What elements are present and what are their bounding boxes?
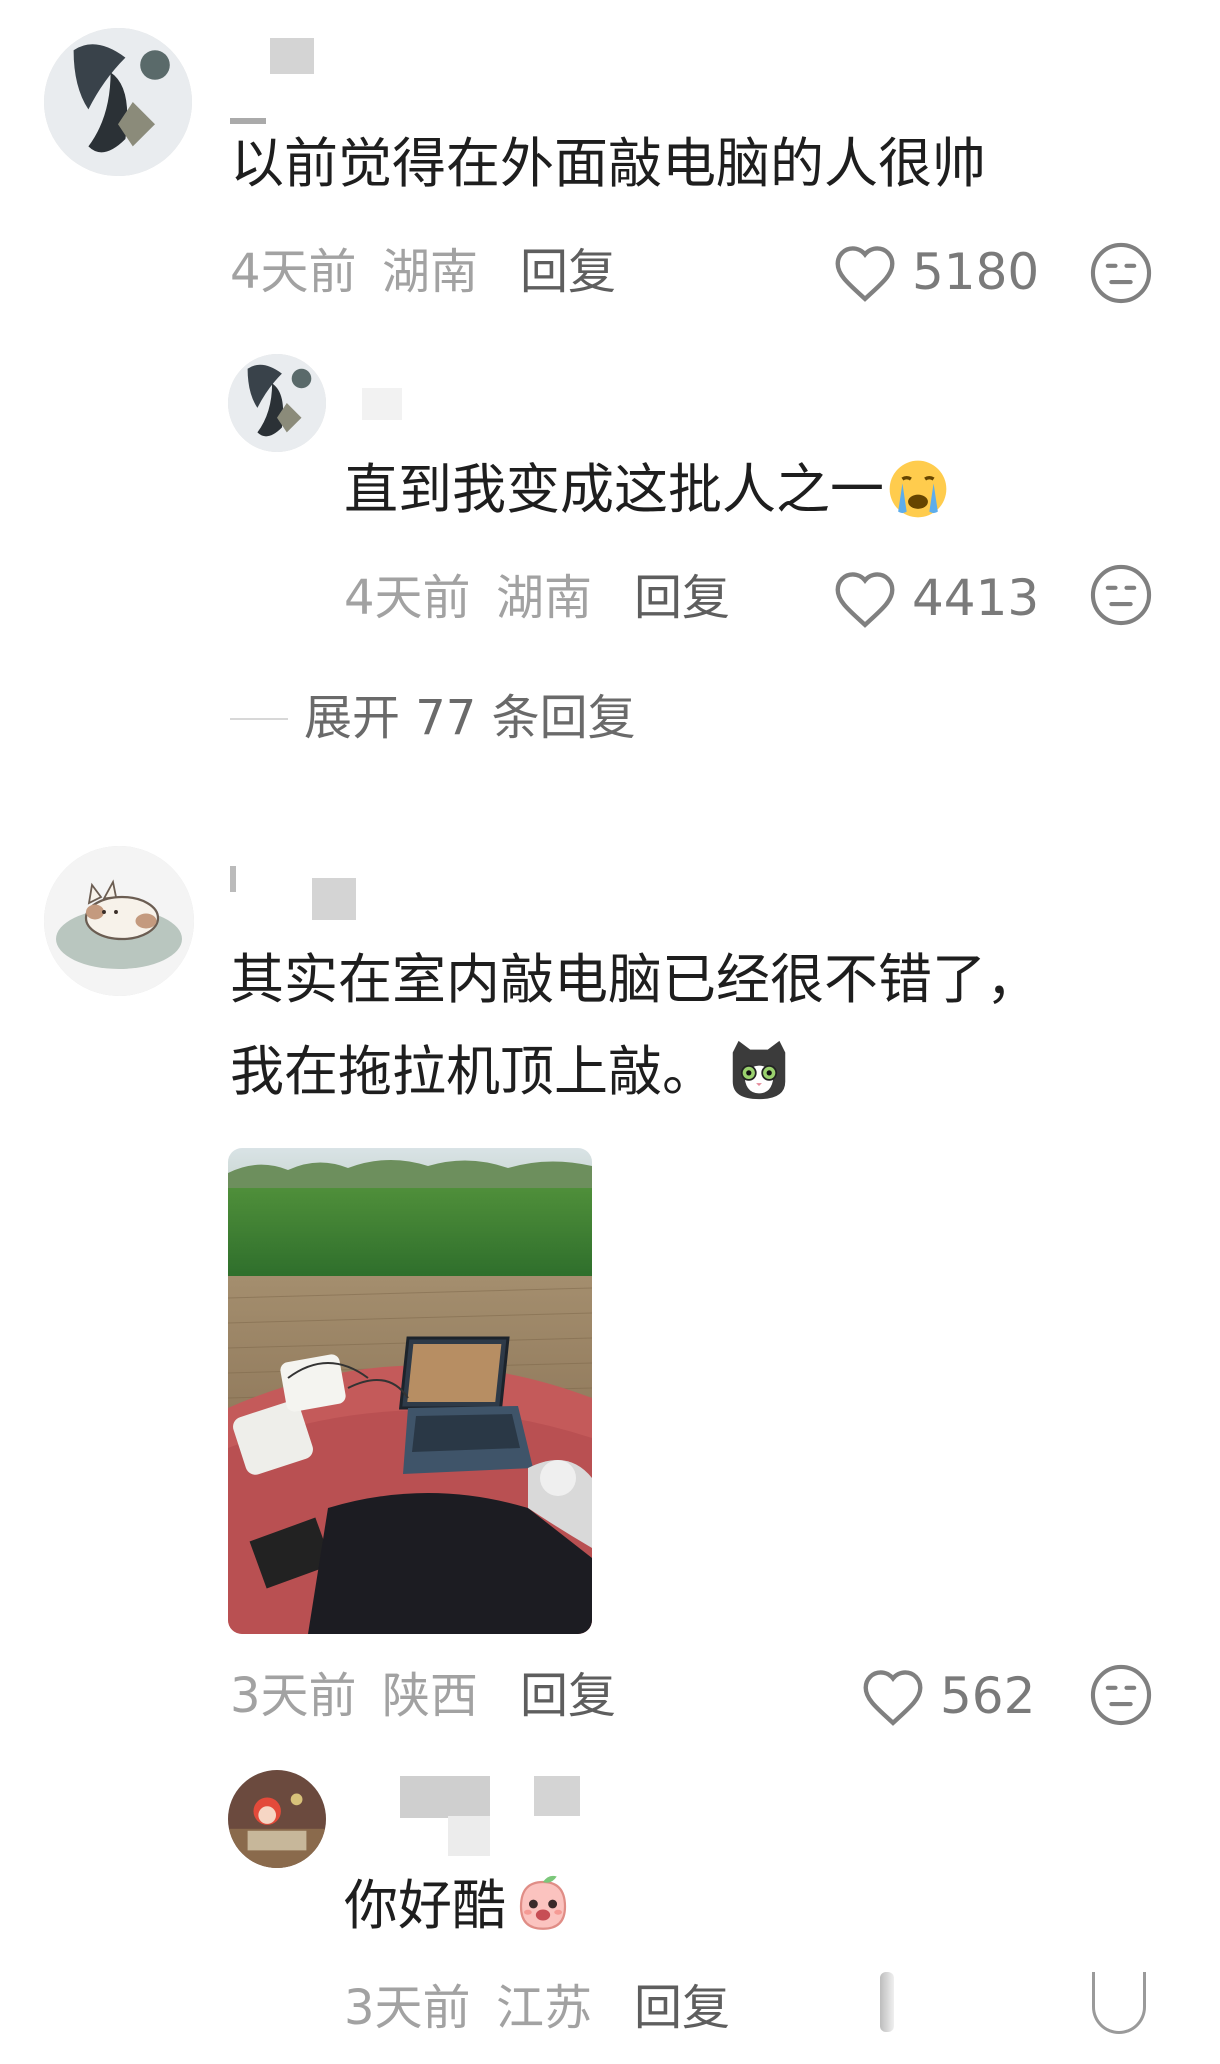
- reply-time: 3天前: [344, 1980, 471, 2036]
- username-redacted: [312, 878, 356, 920]
- heart-outline-icon[interactable]: [880, 1972, 894, 2032]
- meh-face-icon[interactable]: [1088, 240, 1154, 306]
- expand-replies-button[interactable]: 展开 77 条回复: [304, 688, 636, 748]
- like-count: 4413: [912, 569, 1040, 627]
- meh-face-icon[interactable]: [1088, 1662, 1154, 1728]
- reply-text: 直到我变成这批人之一: [344, 456, 952, 524]
- comment-photo[interactable]: [228, 1148, 592, 1634]
- cat-face-emoji: [732, 1041, 786, 1100]
- comment-time: 3天前: [230, 1668, 357, 1724]
- reply-button[interactable]: 回复: [520, 242, 616, 302]
- reply-button[interactable]: 回复: [520, 1666, 616, 1726]
- crying-face-emoji: [889, 461, 947, 518]
- username-redacted: [448, 1816, 490, 1856]
- avatar[interactable]: [44, 846, 194, 996]
- meh-face-icon[interactable]: [1092, 1972, 1146, 2034]
- comment-text-line2: 我在拖拉机顶上敲。: [230, 1038, 794, 1106]
- heart-outline-icon[interactable]: [832, 243, 898, 303]
- heart-outline-icon[interactable]: [860, 1667, 926, 1727]
- comment-location: 陕西: [382, 1668, 479, 1724]
- reply-location: 江苏: [496, 1980, 593, 2036]
- reply-text-content: 你好酷: [344, 1874, 506, 1937]
- username-redacted: [230, 118, 266, 124]
- comment-text: 以前觉得在外面敲电脑的人很帅: [230, 132, 986, 195]
- avatar[interactable]: [228, 354, 326, 452]
- comment-time: 4天前: [230, 244, 357, 300]
- reply-time: 4天前: [344, 570, 471, 626]
- username-redacted: [534, 1776, 580, 1816]
- username-redacted: [230, 866, 236, 892]
- peach-face-emoji: [519, 1876, 567, 1931]
- avatar[interactable]: [44, 28, 192, 176]
- username-redacted: [270, 38, 314, 74]
- like-count: 562: [940, 1667, 1036, 1725]
- username-redacted: [362, 388, 402, 420]
- comment-text-content: 我在拖拉机顶上敲。: [230, 1040, 716, 1103]
- heart-outline-icon[interactable]: [832, 569, 898, 629]
- avatar[interactable]: [228, 1770, 326, 1868]
- reply-location: 湖南: [496, 570, 593, 626]
- comment-text-line1: 其实在室内敲电脑已经很不错了，: [230, 948, 1040, 1011]
- username-redacted: [400, 1776, 490, 1818]
- reply-button[interactable]: 回复: [634, 1978, 730, 2038]
- reply-button[interactable]: 回复: [634, 568, 730, 628]
- reply-text: 你好酷: [344, 1872, 576, 1940]
- reply-text-content: 直到我变成这批人之一: [344, 458, 884, 521]
- like-count: 5180: [912, 243, 1040, 301]
- expand-divider: [230, 718, 288, 720]
- meh-face-icon[interactable]: [1088, 562, 1154, 628]
- comment-location: 湖南: [382, 244, 479, 300]
